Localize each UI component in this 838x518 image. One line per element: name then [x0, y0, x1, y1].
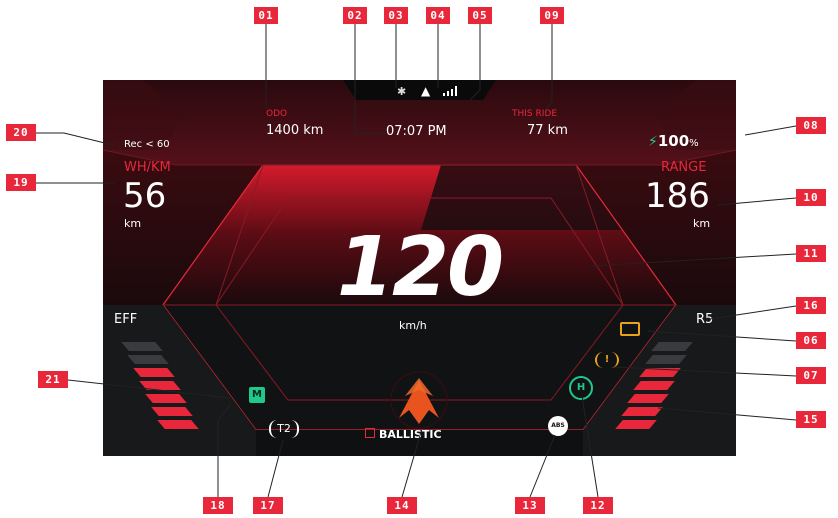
motor-warning-icon	[620, 322, 640, 336]
callout-20: 20	[6, 124, 36, 141]
bar-segment	[633, 381, 675, 390]
bar-segment	[639, 368, 681, 377]
bar-segment	[127, 355, 169, 364]
bar-segment	[151, 407, 193, 416]
charge-bolt-icon: ⚡	[648, 134, 658, 150]
callout-08: 08	[796, 117, 826, 134]
trip-label: THIS RIDE	[512, 109, 558, 119]
bar-segment	[133, 368, 175, 377]
abs-label: ABS	[551, 422, 565, 429]
battery-value: 100	[657, 132, 690, 150]
tire-pressure-warning-icon: !	[595, 352, 619, 368]
rec-limit: Rec < 60	[124, 139, 170, 150]
speed-unit: km/h	[399, 319, 427, 332]
callout-01: 01	[254, 7, 278, 24]
bar-segment	[121, 342, 163, 351]
mode-name: BALLISTIC	[379, 428, 442, 441]
battery-readout: ⚡100%	[648, 131, 699, 150]
consumption-label: WH/KM	[124, 160, 171, 175]
mode-icon	[365, 428, 375, 438]
callout-05: 05	[468, 7, 492, 24]
callout-21: 21	[38, 371, 68, 388]
callout-19: 19	[6, 174, 36, 191]
callout-16: 16	[796, 297, 826, 314]
callout-11: 11	[796, 245, 826, 262]
riding-mode-m-indicator: M	[249, 387, 265, 403]
regen-label: R5	[696, 312, 714, 327]
bar-segment	[627, 394, 669, 403]
callout-06: 06	[796, 332, 826, 349]
callout-18: 18	[203, 497, 233, 514]
callout-10: 10	[796, 189, 826, 206]
hill-hold-icon: H	[569, 376, 593, 400]
consumption-value: 56	[123, 176, 167, 216]
callout-02: 02	[343, 7, 367, 24]
callout-09: 09	[540, 7, 564, 24]
bar-segment	[645, 355, 687, 364]
efficiency-bar	[121, 342, 245, 442]
bar-segment	[651, 342, 693, 351]
mode-indicator: BALLISTIC	[365, 423, 442, 442]
callout-04: 04	[426, 7, 450, 24]
signal-bars-icon	[443, 86, 457, 96]
navigation-arrow-icon: ▲	[421, 84, 431, 98]
battery-unit: %	[689, 138, 699, 149]
bar-segment	[139, 381, 181, 390]
tpms-icon: T2	[269, 420, 299, 438]
abs-icon: ABS	[548, 416, 568, 436]
consumption-unit: km	[124, 217, 142, 230]
trip-value: 77 km	[527, 123, 568, 138]
tpms-label: T2	[277, 422, 291, 435]
bar-segment	[157, 420, 199, 429]
dashboard-screen: ✱ ▲ ODO 1400 km 07:07 PM THIS RIDE 77 km…	[103, 80, 736, 456]
callout-13: 13	[515, 497, 545, 514]
bar-segment	[145, 394, 187, 403]
eff-label: EFF	[114, 312, 138, 327]
speed-value: 120	[336, 220, 504, 315]
callout-17: 17	[253, 497, 283, 514]
bluetooth-icon: ✱	[397, 85, 407, 98]
callout-07: 07	[796, 367, 826, 384]
bar-segment	[615, 420, 657, 429]
callout-15: 15	[796, 411, 826, 428]
callout-14: 14	[387, 497, 417, 514]
hill-hold-label: H	[576, 382, 586, 393]
odo-value: 1400 km	[266, 123, 324, 138]
odo-label: ODO	[266, 109, 288, 119]
range-value: 186	[645, 176, 710, 216]
range-unit: km	[693, 217, 711, 230]
bar-segment	[621, 407, 663, 416]
callout-03: 03	[384, 7, 408, 24]
callout-12: 12	[583, 497, 613, 514]
clock-time: 07:07 PM	[386, 124, 447, 139]
range-label: RANGE	[661, 160, 707, 175]
